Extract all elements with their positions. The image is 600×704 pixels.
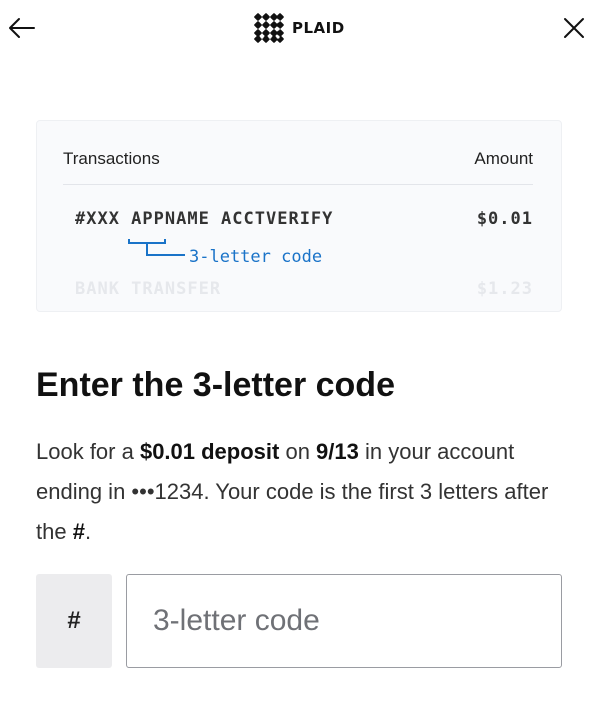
- code-bracket-icon: [128, 239, 185, 256]
- code-input[interactable]: [126, 574, 562, 668]
- plaid-logo: PLAID: [252, 10, 345, 46]
- desc-part-4: .: [84, 519, 92, 544]
- instructions-text: Look for a $0.01 deposit on 9/13 in your…: [36, 432, 556, 552]
- faded-transaction-row: BANK TRANSFER $1.23: [75, 279, 533, 299]
- card-header: Transactions Amount: [63, 149, 533, 185]
- back-button[interactable]: [4, 10, 40, 46]
- desc-part-1: Look for a: [36, 439, 140, 464]
- amount-column-header: Amount: [474, 149, 533, 168]
- code-hint-label: 3-letter code: [189, 247, 323, 267]
- faded-transaction-amount: $1.23: [476, 279, 533, 299]
- example-transaction-card: Transactions Amount #XXX APPNAME ACCTVER…: [36, 120, 562, 312]
- transaction-description: #XXX APPNAME ACCTVERIFY: [75, 209, 334, 229]
- close-icon: [564, 18, 584, 38]
- desc-part-2: on: [279, 439, 317, 464]
- logo-text: PLAID: [292, 19, 345, 37]
- desc-date: 9/13: [316, 439, 359, 464]
- example-transaction-row: #XXX APPNAME ACCTVERIFY $0.01: [75, 209, 533, 229]
- desc-deposit-amount: $0.01 deposit: [139, 439, 280, 464]
- page-title: Enter the 3-letter code: [36, 366, 395, 404]
- close-button[interactable]: [556, 10, 592, 46]
- hash-prefix: #: [36, 574, 112, 668]
- arrow-left-icon: [9, 18, 35, 38]
- transactions-column-header: Transactions: [63, 149, 160, 168]
- faded-transaction-description: BANK TRANSFER: [75, 279, 222, 299]
- desc-hash: #: [72, 519, 85, 544]
- transaction-amount: $0.01: [476, 209, 533, 229]
- top-bar: PLAID: [0, 0, 600, 56]
- plaid-logo-icon: [254, 13, 284, 43]
